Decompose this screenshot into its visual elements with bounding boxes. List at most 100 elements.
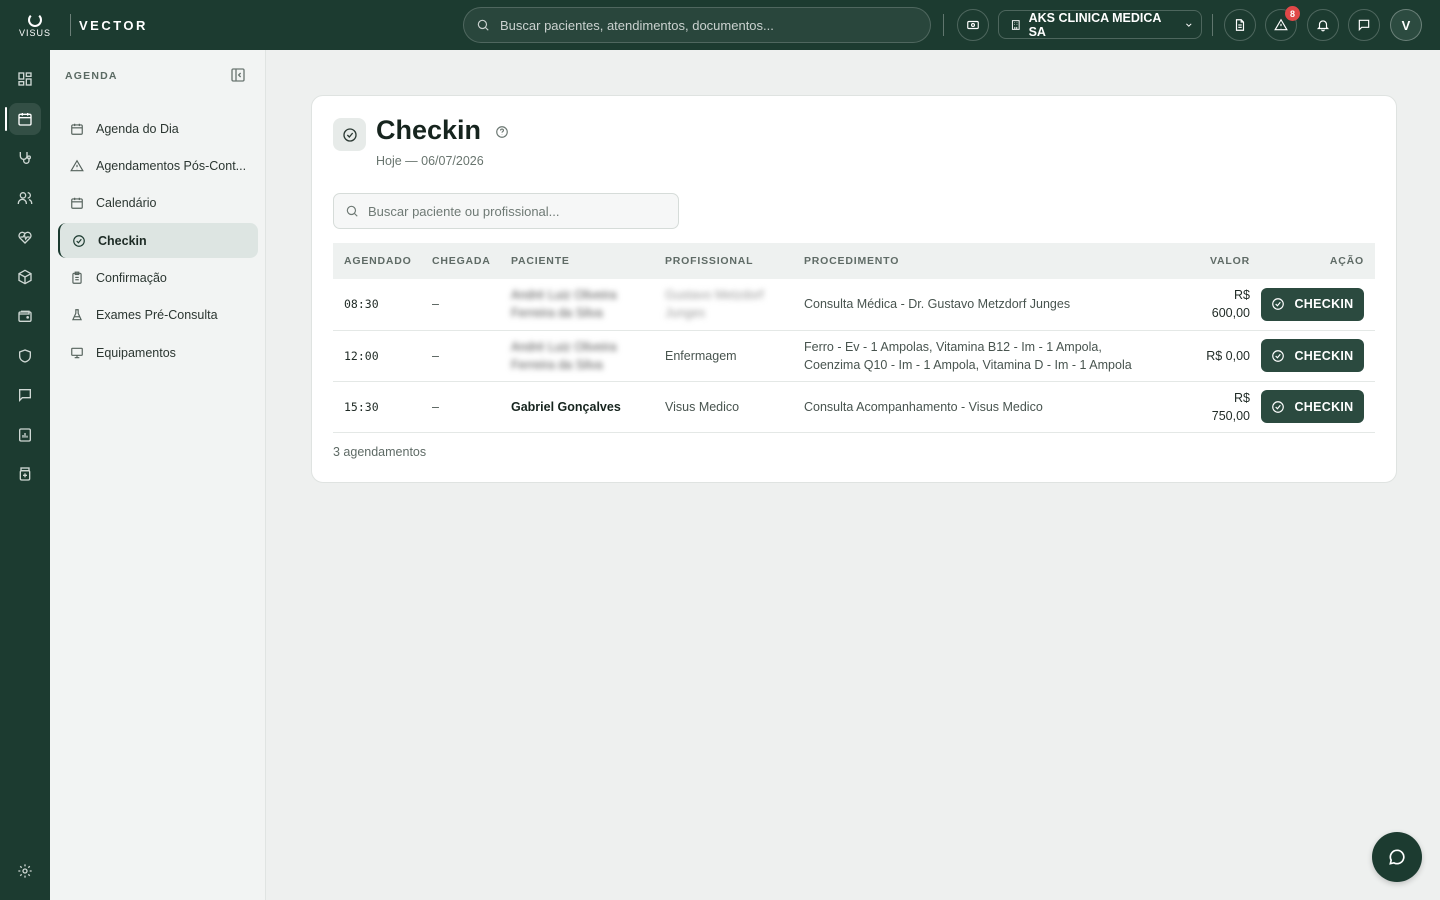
divider [1212,14,1213,36]
alerts-button[interactable]: 8 [1265,6,1300,41]
rail-pharmacy[interactable] [9,458,41,490]
patient-search-input[interactable]: Buscar paciente ou profissional... [333,193,679,229]
check-circle-icon [342,127,357,142]
check-circle-icon [1272,298,1285,311]
shield-icon [19,349,31,363]
rail-finance[interactable] [9,300,41,332]
sidebar-item-agenda-do-dia[interactable]: Agenda do Dia [58,111,258,146]
cash-register-button[interactable] [957,9,989,41]
rail-health[interactable] [9,221,41,253]
checkin-button[interactable]: CHECKIN [1261,287,1364,321]
sidebar-item-exames-pre-consulta[interactable]: Exames Pré-Consulta [58,297,258,332]
search-icon [477,19,489,31]
cell-profissional: Visus Medico [665,399,740,414]
sidebar-item-label: Agendamentos Pós-Cont... [96,158,247,173]
valor-prefix: R$ [1234,288,1250,303]
sidebar-item-agendamentos-pos-consulta[interactable]: Agendamentos Pós-Cont... [58,148,258,183]
cell-chegada: – [432,348,439,363]
checkin-card: Checkin Hoje — 06/07/2026 Buscar pacient… [311,95,1397,483]
message-icon [19,389,31,402]
patient-search-placeholder: Buscar paciente ou profissional... [368,203,560,219]
chevron-down-icon [1186,22,1192,27]
global-search-input[interactable]: Buscar pacientes, atendimentos, document… [463,7,931,43]
calendar-icon [18,113,32,126]
checkin-button[interactable]: CHECKIN [1261,390,1364,423]
cell-profissional: Gustavo Metzdorf Junges [654,279,793,330]
box-icon [18,269,32,285]
cell-paciente: André Luiz Oliveira Ferreira da Silva [500,330,654,381]
calendar-icon [71,197,83,209]
table-row[interactable]: 08:30 – André Luiz Oliveira Ferreira da … [333,279,1375,330]
notifications-button[interactable] [1307,9,1339,41]
rail-chat[interactable] [9,379,41,411]
check-circle-icon [73,234,85,247]
app-logo[interactable]: VISUS [0,0,70,50]
blurred-patient-name: André Luiz Oliveira Ferreira da Silva [511,339,617,372]
rail-settings[interactable] [9,855,41,887]
cell-acao: CHECKIN [1261,330,1375,381]
brand-divider [70,14,71,36]
cell-procedimento: Consulta Acompanhamento - Visus Medico [804,399,1043,414]
rail-active-indicator [5,107,7,131]
table-row[interactable]: 12:00 – André Luiz Oliveira Ferreira da … [333,330,1375,381]
table-header-row: AGENDADO CHEGADA PACIENTE PROFISSIONAL P… [333,243,1375,279]
divider [943,14,944,36]
table-row[interactable]: 15:30 – Gabriel Gonçalves Visus Medico C… [333,381,1375,432]
column-header-procedimento[interactable]: PROCEDIMENTO [793,243,1166,279]
rail-inventory[interactable] [9,261,41,293]
clinic-name: AKS CLINICA MEDICA SA [1028,10,1161,39]
global-search-placeholder: Buscar pacientes, atendimentos, document… [500,17,774,33]
help-button[interactable] [495,125,509,144]
column-header-agendado[interactable]: AGENDADO [333,243,421,279]
clinic-selector[interactable]: AKS CLINICA MEDICA SA [998,10,1202,39]
sidebar-item-confirmacao[interactable]: Confirmação [58,260,258,295]
column-header-profissional[interactable]: PROFISSIONAL [654,243,793,279]
column-header-paciente[interactable]: PACIENTE [500,243,654,279]
valor-prefix: R$ [1234,390,1250,405]
sidebar-item-label: Checkin [98,233,147,248]
rail-dashboard[interactable] [9,63,41,95]
documents-button[interactable] [1224,9,1256,41]
monitor-icon [71,347,83,358]
report-icon [19,428,31,442]
alerts-count-badge: 8 [1285,6,1300,21]
cell-chegada: – [432,399,439,414]
sidebar-item-calendario[interactable]: Calendário [58,185,258,220]
cell-paciente: Gabriel Gonçalves [511,399,621,414]
cell-valor: R$ 750,00 [1166,381,1261,432]
sidebar-item-label: Calendário [96,195,157,210]
column-header-chegada[interactable]: CHEGADA [421,243,500,279]
checkin-button[interactable]: CHECKIN [1261,339,1364,372]
messages-button[interactable] [1348,9,1380,41]
rail-patients[interactable] [9,182,41,214]
top-bar: VISUS VECTOR Buscar pacientes, atendimen… [0,0,1440,50]
flask-icon [72,308,82,320]
page-title: Checkin [376,115,482,145]
user-avatar[interactable]: V [1390,9,1422,41]
heart-pulse-icon [18,231,32,244]
checkin-button-label: CHECKIN [1294,297,1354,312]
building-icon [1011,19,1020,30]
clipboard-icon [72,271,82,284]
rail-agenda[interactable] [9,103,41,135]
column-header-valor[interactable]: VALOR [1166,243,1261,279]
checkin-table: AGENDADO CHEGADA PACIENTE PROFISSIONAL P… [333,243,1375,433]
cell-paciente: André Luiz Oliveira Ferreira da Silva [500,279,654,330]
rail-clinical[interactable] [9,142,41,174]
calendar-icon [71,123,83,135]
rail-security[interactable] [9,340,41,372]
sidebar-item-checkin[interactable]: Checkin [58,223,258,258]
cell-acao: CHECKIN [1261,279,1375,330]
sidebar-item-equipamentos[interactable]: Equipamentos [58,335,258,370]
valor-amount: 600,00 [1211,306,1250,321]
rail-reports[interactable] [9,419,41,451]
chat-fab-button[interactable] [1372,832,1422,882]
cell-agendado: 08:30 [344,297,379,312]
collapse-sidebar-button[interactable] [230,67,246,88]
checkin-button-label: CHECKIN [1294,399,1354,414]
appointments-count: 3 agendamentos [333,445,427,459]
cell-profissional: Enfermagem [665,348,737,363]
warning-icon [70,159,84,171]
sidebar-item-label: Agenda do Dia [96,121,179,136]
agenda-sidebar: AGENDA Agenda do Dia Agendamentos Pós-Co… [50,50,266,900]
